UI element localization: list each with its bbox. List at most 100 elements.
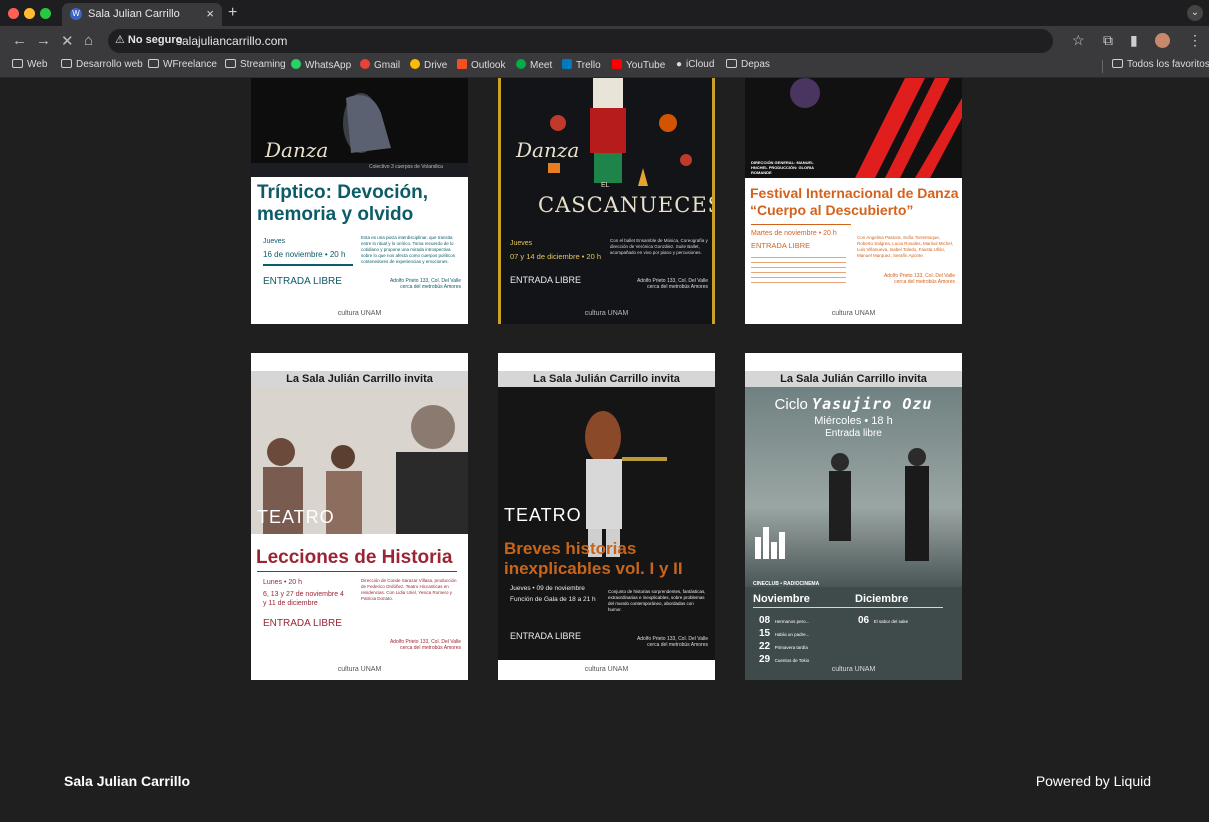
poster-caption: Colectivo 3 cuerpos de Volandica — [369, 164, 443, 170]
divider-line — [753, 607, 943, 608]
poster-blurb: Conjunto de historias sorprendentes, fan… — [608, 589, 706, 612]
folder-icon — [225, 59, 236, 68]
poster-title-prefix: EL — [601, 182, 610, 189]
poster-day: Jueves • 09 de noviembre — [510, 585, 585, 592]
poster-entry: ENTRADA LIBRE — [751, 241, 811, 250]
bookmark-depas[interactable]: Depas — [726, 59, 770, 70]
poster-address: Adolfo Prieto 133, Col. Del Valle cerca … — [636, 278, 708, 290]
poster-invite: La Sala Julián Carrillo invita — [251, 371, 468, 387]
bookmark-trello[interactable]: Trello — [562, 59, 601, 71]
poster-caption: DIRECCIÓN GENERAL: MANUEL HNCHEL PRODUCC… — [751, 160, 814, 175]
bookmark-gmail[interactable]: Gmail — [360, 59, 400, 71]
poster-date: 16 de noviembre • 20 h — [263, 250, 346, 259]
danza-logo: Danza — [516, 138, 580, 162]
poster-breves[interactable]: La Sala Julián Carrillo invita TEATRO Br… — [498, 353, 715, 680]
bookmark-web[interactable]: Web — [12, 59, 47, 70]
address-bar[interactable]: ⚠ No seguro salajuliancarrillo.com — [108, 29, 1053, 53]
extensions-icon[interactable]: ⧉ — [1103, 32, 1113, 49]
poster-entry: Entrada libre — [825, 428, 882, 439]
bookmark-whatsapp[interactable]: WhatsApp — [291, 59, 351, 71]
minimize-window-button[interactable] — [24, 8, 35, 19]
close-window-button[interactable] — [8, 8, 19, 19]
poster-title: Festival Internacional de Danza “Cuerpo … — [750, 185, 959, 218]
close-tab-icon[interactable]: × — [206, 6, 214, 21]
poster-date: Función de Gala de 18 a 21 h — [510, 596, 596, 603]
gmail-icon — [360, 59, 370, 69]
poster-day: Lunes • 20 h — [263, 579, 303, 586]
poster-title: CASCANUECES — [538, 193, 715, 217]
tab-active[interactable]: W Sala Julian Carrillo × — [62, 3, 222, 26]
bookmark-youtube[interactable]: YouTube — [612, 59, 665, 71]
apple-icon: ● — [676, 59, 683, 70]
poster-logos: cultura UNAM — [745, 660, 962, 680]
folder-icon — [61, 59, 72, 68]
new-tab-icon[interactable]: + — [228, 4, 237, 22]
poster-logos: cultura UNAM — [251, 660, 468, 680]
danza-logo: Danza — [265, 138, 329, 162]
folder-icon — [1112, 59, 1123, 68]
poster-entry: ENTRADA LIBRE — [263, 276, 342, 287]
divider-line — [257, 571, 457, 572]
poster-ozu[interactable]: La Sala Julián Carrillo invita Ciclo Yas… — [745, 353, 962, 680]
poster-lecciones[interactable]: La Sala Julián Carrillo invita TEATRO Le… — [251, 353, 468, 680]
bookmark-all-favorites[interactable]: Todos los favoritos — [1112, 59, 1209, 70]
poster-blurb: Con Angelina Pastora, Sofía Torrentoque,… — [857, 235, 954, 258]
poster-address: Adolfo Prieto 133, Col. Del Valle cerca … — [389, 278, 461, 290]
bookmark-icloud[interactable]: ● iCloud — [676, 59, 714, 70]
stop-icon[interactable]: ✕ — [61, 32, 74, 50]
toolbar: ← → ✕ ⌂ ⚠ No seguro salajuliancarrillo.c… — [0, 26, 1209, 56]
poster-cascanueces[interactable]: Danza EL CASCANUECES Jueves 07 y 14 de d… — [498, 78, 715, 324]
trello-icon — [562, 59, 572, 69]
poster-blurb: Dirección de Conde Sarazar Villasa, prod… — [361, 578, 457, 601]
bookmark-star-icon[interactable]: ☆ — [1072, 32, 1085, 49]
site-favicon-icon: W — [70, 8, 82, 20]
gold-border-left — [498, 78, 501, 324]
poster-cycle: Ciclo — [774, 396, 808, 413]
tab-search-icon[interactable]: ⌄ — [1187, 5, 1203, 21]
forward-icon[interactable]: → — [36, 32, 51, 49]
poster-day: Jueves — [510, 240, 533, 247]
poster-title: Breves historias inexplicables vol. I y … — [504, 539, 683, 578]
poster-entry: ENTRADA LIBRE — [263, 618, 342, 629]
side-panel-icon[interactable]: ▮ — [1130, 32, 1138, 49]
bookmark-drive[interactable]: Drive — [410, 59, 447, 71]
poster-blurb: Esta es una pieza interdisciplinar, que … — [361, 235, 456, 264]
cineclub-label: CINECLUB • RADIOCINEMA — [753, 581, 820, 587]
poster-logos: cultura UNAM — [498, 660, 715, 680]
profile-avatar[interactable] — [1155, 33, 1170, 48]
maximize-window-button[interactable] — [40, 8, 51, 19]
poster-date: Martes de noviembre • 20 h — [751, 230, 837, 237]
back-icon[interactable]: ← — [12, 32, 27, 49]
poster-title: Yasujiro Ozu — [812, 395, 933, 413]
poster-invite: La Sala Julián Carrillo invita — [745, 371, 962, 387]
footer-powered-by[interactable]: Powered by Liquid — [1036, 773, 1151, 789]
url-text[interactable]: salajuliancarrillo.com — [176, 34, 287, 48]
unam-logo: cultura UNAM — [831, 666, 876, 673]
bookmarks-bar: Web Desarrollo web WFreelance Streaming … — [0, 56, 1209, 78]
bookmark-desarrollo-web[interactable]: Desarrollo web — [61, 59, 143, 70]
drive-icon — [410, 59, 420, 69]
poster-festival[interactable]: DIRECCIÓN GENERAL: MANUEL HNCHEL PRODUCC… — [745, 78, 962, 324]
divider-line — [263, 264, 353, 266]
poster-triptico[interactable]: Danza Colectivo 3 cuerpos de Volandica T… — [251, 78, 468, 324]
youtube-icon — [612, 59, 622, 69]
bookmark-wfreelance[interactable]: WFreelance — [148, 59, 217, 70]
horse-mask-image — [585, 411, 667, 557]
unam-logo: cultura UNAM — [584, 666, 629, 673]
menu-kebab-icon[interactable]: ⋮ — [1188, 32, 1202, 49]
security-indicator[interactable]: ⚠ No seguro — [115, 33, 182, 46]
poster-address: Adolfo Prieto 133, Col. Del Valle cerca … — [389, 639, 461, 651]
home-icon[interactable]: ⌂ — [84, 32, 93, 49]
poster-photo: Danza Colectivo 3 cuerpos de Volandica — [251, 78, 468, 177]
gold-border-right — [712, 78, 715, 324]
footer-site-name[interactable]: Sala Julian Carrillo — [64, 773, 190, 789]
bookmarks-divider — [1102, 60, 1103, 73]
bookmark-outlook[interactable]: Outlook — [457, 59, 505, 71]
dancer-image — [251, 93, 468, 177]
film-row: 06 El sabor del sake — [858, 615, 909, 626]
security-label: No seguro — [127, 34, 183, 46]
bookmark-meet[interactable]: Meet — [516, 59, 552, 71]
poster-logos: cultura UNAM — [251, 304, 468, 324]
poster-photo: TEATRO — [251, 387, 468, 534]
bookmark-streaming[interactable]: Streaming — [225, 59, 286, 70]
